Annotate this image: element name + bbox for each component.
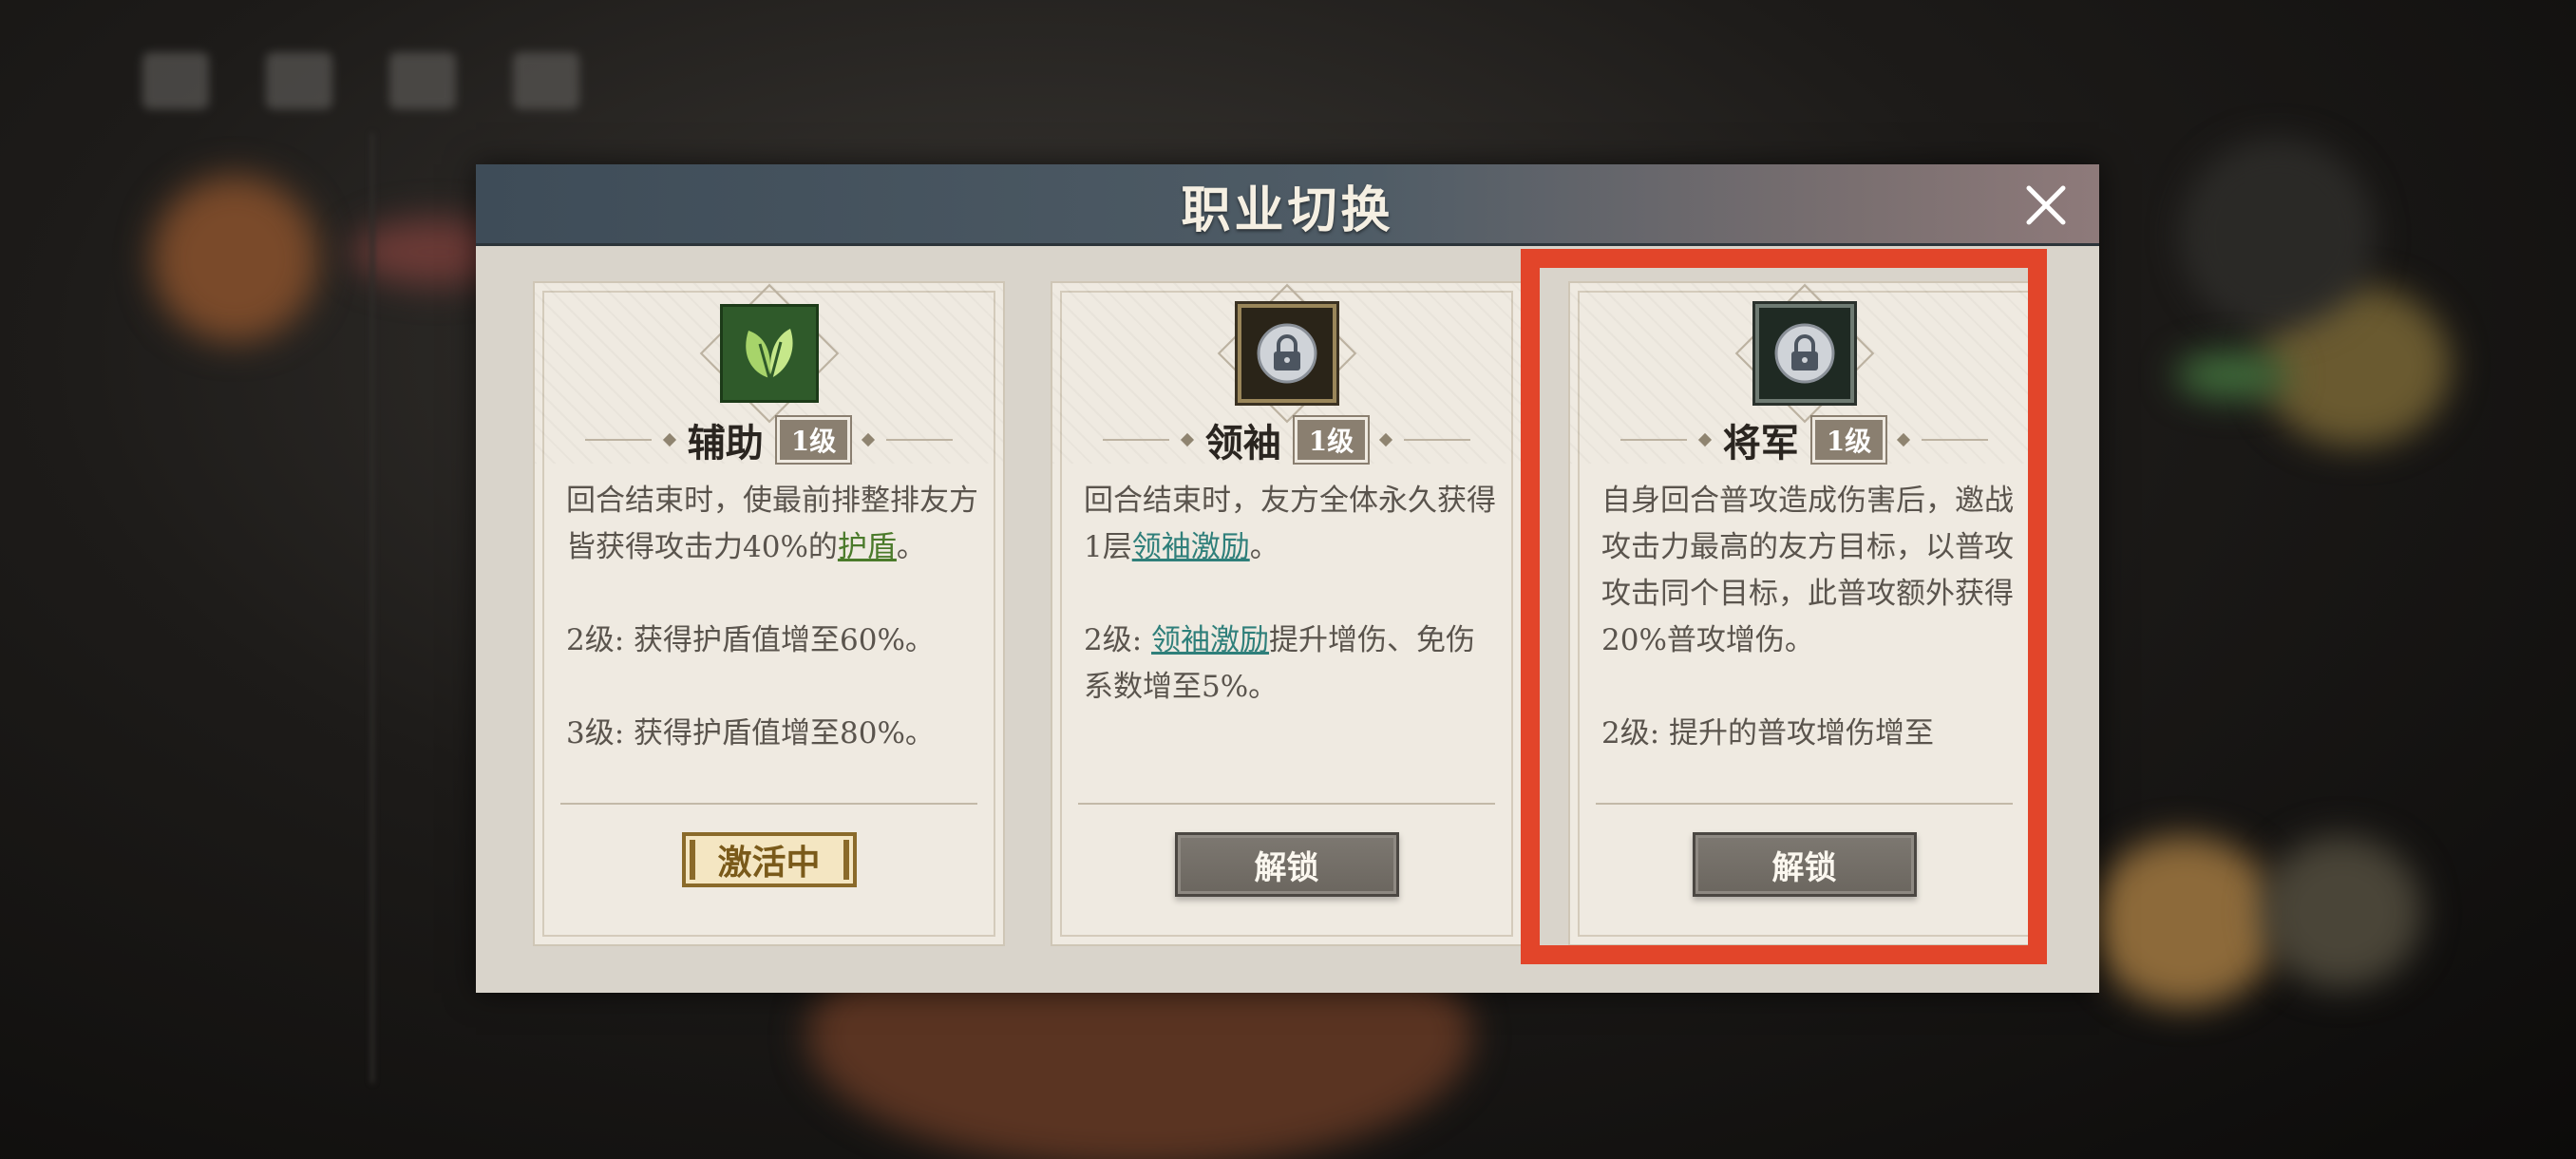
level-badge: 1级	[1292, 415, 1371, 465]
level-3-text: 3级: 获得护盾值增至80%。	[566, 716, 935, 746]
leaf-icon	[719, 304, 819, 403]
keyword-link[interactable]: 领袖激励	[1151, 623, 1269, 657]
lock-icon	[1237, 304, 1336, 403]
level-2-text: 2级: 获得护盾值增至60%。	[566, 623, 935, 657]
class-name: 辅助	[687, 421, 764, 466]
class-card-general[interactable]: 将军 1级 自身回合普攻造成伤害后，邀战攻击力最高的友方目标，以普攻攻击同个目标…	[1568, 281, 2040, 946]
level-badge: 1级	[774, 415, 853, 465]
class-name: 领袖	[1204, 421, 1281, 466]
class-name: 将军	[1722, 421, 1799, 466]
close-button[interactable]	[2021, 180, 2071, 230]
class-description: 自身回合普攻造成伤害后，邀战攻击力最高的友方目标，以普攻攻击同个目标，此普攻额外…	[1601, 478, 2016, 746]
class-description: 回合结束时，友方全体永久获得1层领袖激励。 2级: 领袖激励提升增伤、免伤系数增…	[1084, 478, 1498, 746]
level-2-text: 2级: 提升的普攻增伤增至	[1601, 716, 1935, 746]
class-description: 回合结束时，使最前排整排友方皆获得攻击力40%的护盾。 2级: 获得护盾值增至6…	[566, 478, 980, 746]
class-card-leader[interactable]: 领袖 1级 回合结束时，友方全体永久获得1层领袖激励。 2级: 领袖激励提升增伤…	[1051, 281, 1523, 946]
level-badge: 1级	[1809, 415, 1888, 465]
unlock-button[interactable]: 解锁	[1174, 832, 1399, 897]
keyword-link[interactable]: 护盾	[838, 530, 897, 564]
dialog-header: 职业切换	[476, 164, 2099, 246]
unlock-button[interactable]: 解锁	[1692, 832, 1917, 897]
level-2-text: 2级: 领袖激励提升增伤、免伤系数增至5%。	[1084, 623, 1476, 704]
dialog-title: 职业切换	[1181, 180, 1394, 239]
class-card-support[interactable]: 辅助 1级 回合结束时，使最前排整排友方皆获得攻击力40%的护盾。 2级: 获得…	[533, 281, 1005, 946]
active-status-badge: 激活中	[681, 832, 857, 887]
keyword-link[interactable]: 领袖激励	[1132, 530, 1250, 564]
class-switch-dialog: 职业切换 辅助 1级 回合结束时，使最前排整排友方皆获得攻击力40%的护盾。 2…	[476, 164, 2099, 993]
close-icon	[2026, 185, 2066, 225]
lock-icon	[1754, 304, 1854, 403]
